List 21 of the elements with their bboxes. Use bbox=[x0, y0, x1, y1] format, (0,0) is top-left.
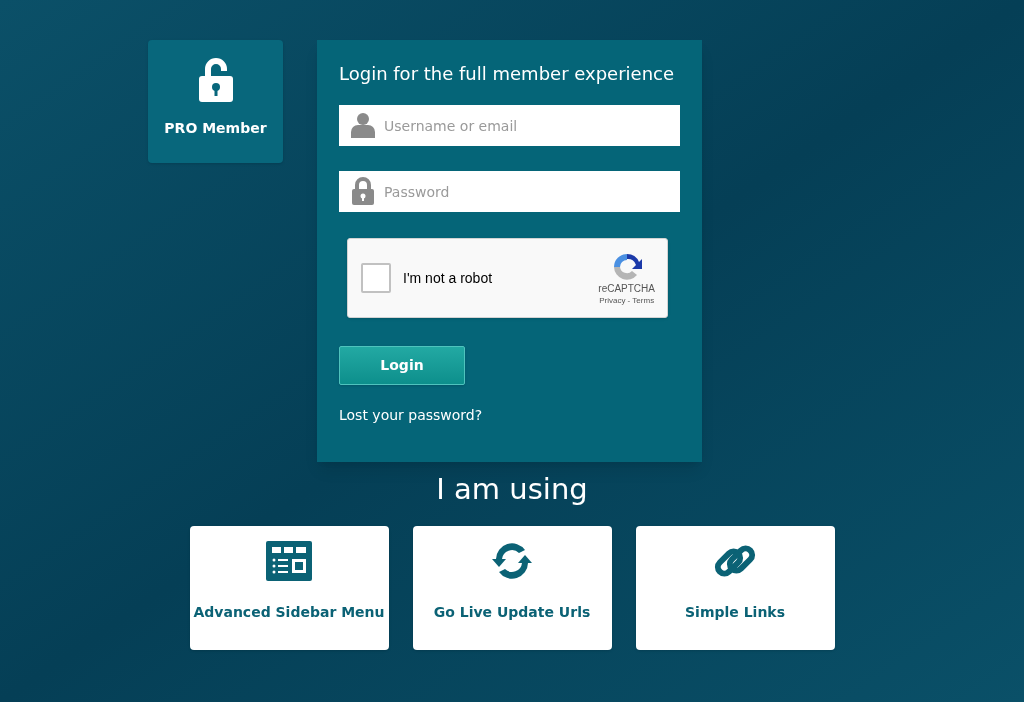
member-badge[interactable]: PRO Member bbox=[148, 40, 283, 163]
terms-link[interactable]: Terms bbox=[632, 295, 655, 305]
member-badge-label: PRO Member bbox=[164, 119, 267, 138]
username-field[interactable]: Username or email bbox=[339, 105, 680, 146]
plugin-name: Go Live Update Urls bbox=[433, 602, 591, 622]
link-separator: - bbox=[626, 295, 632, 305]
section-heading: I am using bbox=[436, 471, 588, 508]
password-field[interactable]: Password bbox=[339, 171, 680, 212]
login-title: Login for the full member experience bbox=[339, 62, 675, 86]
privacy-link[interactable]: Privacy bbox=[599, 295, 626, 305]
sidebar-menu-icon bbox=[266, 540, 312, 581]
captcha-label: I'm not a robot bbox=[403, 268, 494, 288]
plugin-card[interactable]: Simple Links bbox=[635, 525, 835, 650]
captcha-checkbox[interactable] bbox=[361, 263, 391, 293]
plugin-card[interactable]: Advanced Sidebar Menu bbox=[189, 525, 389, 650]
plugin-card[interactable]: Go Live Update Urls bbox=[412, 525, 612, 650]
unlocked-padlock-icon bbox=[198, 58, 233, 104]
plugin-name: Simple Links bbox=[685, 602, 785, 622]
recaptcha-brand: reCAPTCHA bbox=[598, 283, 655, 296]
plugin-name: Advanced Sidebar Menu bbox=[193, 602, 385, 622]
lost-password-link[interactable]: Lost your password? bbox=[339, 405, 680, 426]
